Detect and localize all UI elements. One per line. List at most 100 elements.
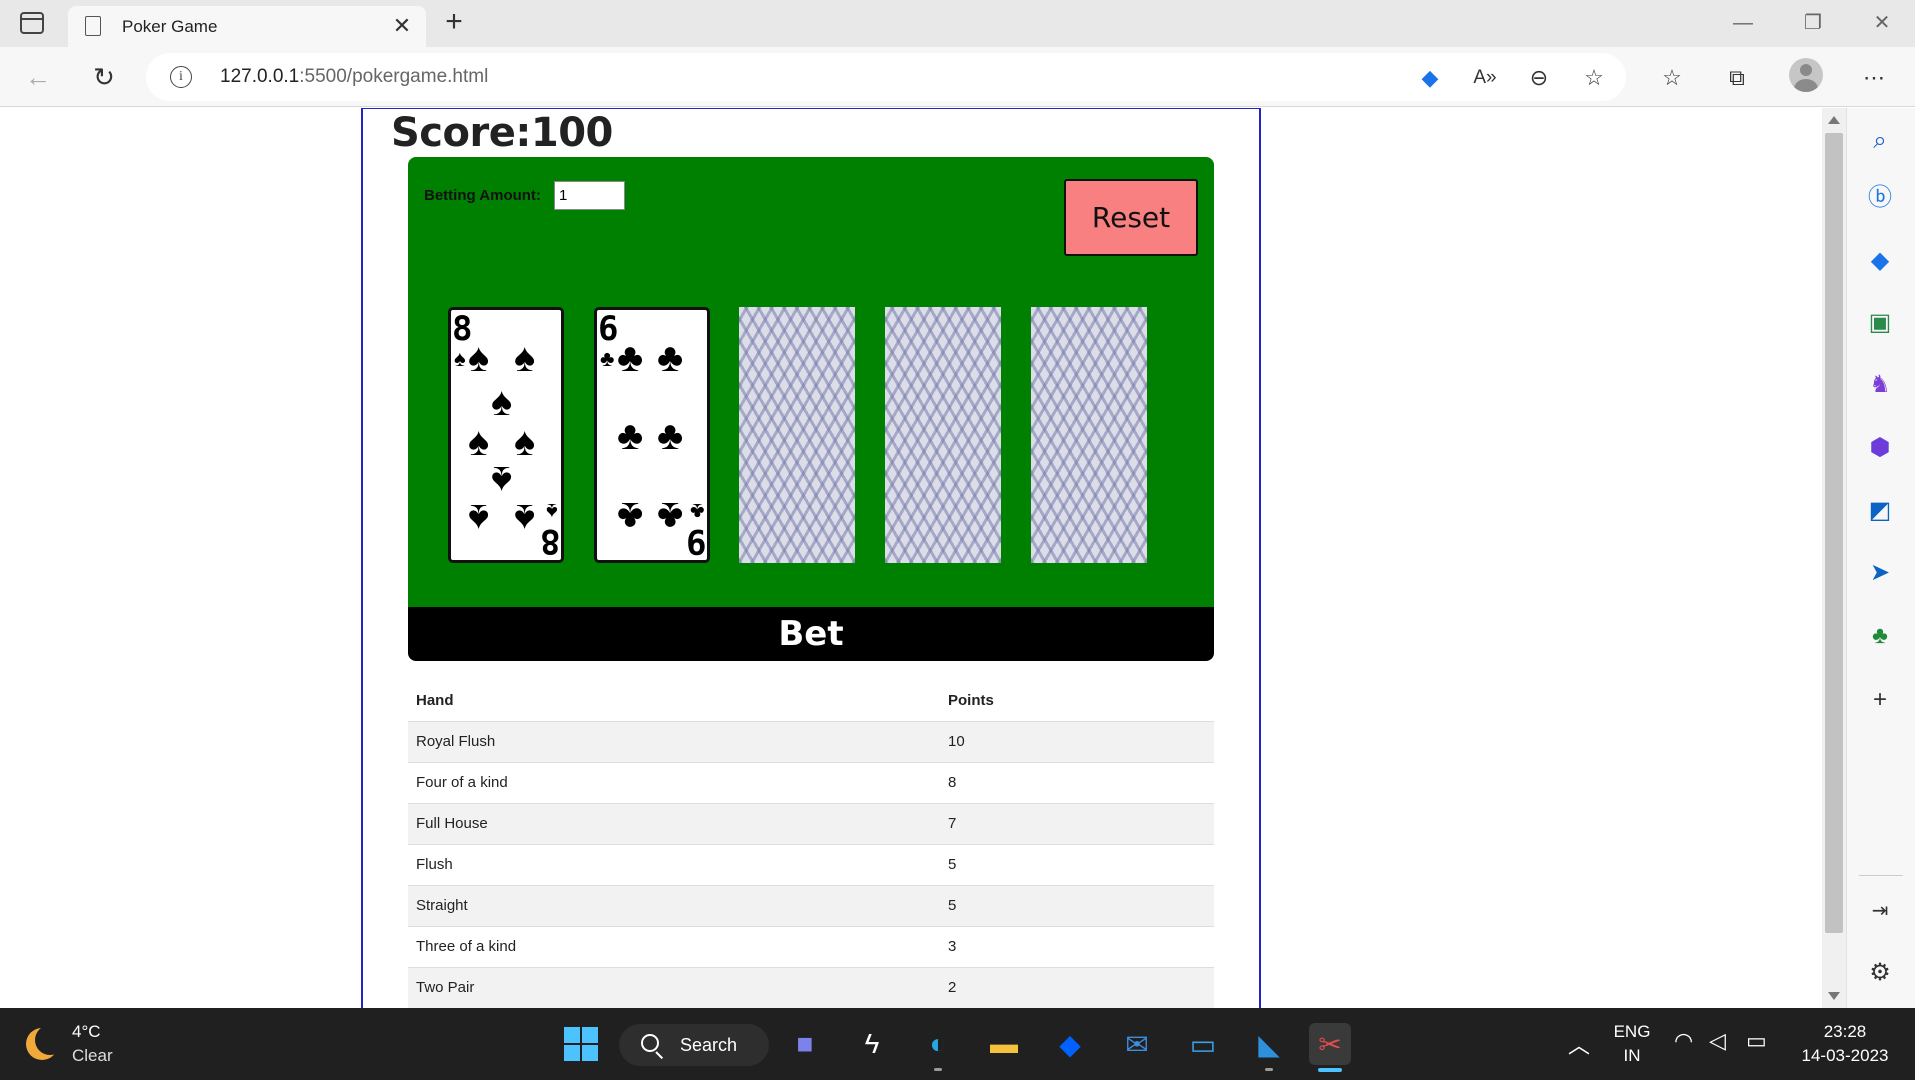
- scroll-up-icon[interactable]: [1828, 116, 1840, 124]
- taskbar: 4°C Clear Search ■ ϟ ◐ ▬ ◆ ✉ ▭ ◣ ✂ ︿ ENG…: [0, 1008, 1915, 1080]
- card-1[interactable]: 8 ♠ ♠ ♠ ♠ ♠ ♠ ♠ ♠ ♠ ♠ 8: [448, 307, 564, 563]
- add-favorite-icon[interactable]: ☆: [1579, 63, 1609, 93]
- language-bottom[interactable]: IN: [1612, 1046, 1652, 1066]
- spade-icon: ♠: [514, 496, 536, 540]
- table-row: Full House 7: [408, 803, 1214, 845]
- file-explorer-icon[interactable]: ▬: [983, 1023, 1025, 1065]
- vscode-icon[interactable]: ◣: [1248, 1023, 1290, 1065]
- back-button[interactable]: ←: [21, 60, 55, 94]
- profile-avatar[interactable]: [1789, 58, 1823, 92]
- running-indicator: [1265, 1068, 1273, 1071]
- score-value: 100: [530, 110, 614, 156]
- table-row: Straight 5: [408, 885, 1214, 927]
- games-icon[interactable]: ♞: [1865, 370, 1895, 400]
- minimize-button[interactable]: —: [1723, 8, 1763, 38]
- club-icon: ♣: [617, 336, 644, 380]
- telegram-icon[interactable]: ➤: [1865, 558, 1895, 588]
- club-icon: ♣: [689, 499, 704, 524]
- site-info-icon[interactable]: i: [170, 66, 192, 88]
- tab-strip: Poker Game ✕ + — ❐ ✕: [0, 0, 1915, 47]
- shopping-tag-icon[interactable]: ◆: [1415, 63, 1445, 93]
- hand-cell: Two Pair: [408, 967, 940, 1008]
- start-icon[interactable]: [560, 1023, 602, 1065]
- language-top[interactable]: ENG: [1612, 1022, 1652, 1042]
- betting-amount-label: Betting Amount:: [424, 187, 541, 204]
- weather-condition[interactable]: Clear: [72, 1046, 113, 1066]
- bing-chat-icon[interactable]: ⓑ: [1865, 183, 1895, 213]
- refresh-button[interactable]: ↻: [87, 60, 121, 94]
- moon-icon[interactable]: [26, 1025, 65, 1060]
- add-icon[interactable]: +: [1865, 685, 1895, 715]
- betting-amount-input[interactable]: [554, 181, 625, 210]
- bet-button[interactable]: Bet: [408, 607, 1214, 661]
- points-cell: 7: [940, 803, 1214, 845]
- club-icon: ♣: [657, 336, 684, 380]
- search-icon[interactable]: ⌕: [1865, 126, 1895, 156]
- teams-icon[interactable]: ■: [784, 1023, 826, 1065]
- shopping-icon[interactable]: ◆: [1865, 246, 1895, 276]
- spade-icon: ♠: [468, 496, 490, 540]
- card-2[interactable]: 6 ♣ ♣ ♣ ♣ ♣ ♣ ♣ ♣ 9: [594, 307, 710, 563]
- taskbar-search[interactable]: Search: [619, 1024, 769, 1066]
- spade-icon: ♠: [546, 499, 558, 524]
- office-icon[interactable]: ⬢: [1865, 433, 1895, 463]
- dropbox-icon[interactable]: ◆: [1049, 1023, 1091, 1065]
- tab-title: Poker Game: [122, 17, 218, 36]
- table-row: Royal Flush 10: [408, 721, 1214, 763]
- scroll-down-icon[interactable]: [1828, 992, 1840, 1000]
- chevron-up-icon[interactable]: ︿: [1568, 1028, 1590, 1060]
- tab-actions-icon[interactable]: [20, 12, 44, 34]
- outlook-icon[interactable]: ◩: [1865, 496, 1895, 526]
- club-icon: ♣: [657, 414, 684, 458]
- tools-icon[interactable]: ▣: [1865, 308, 1895, 338]
- read-aloud-icon[interactable]: A»: [1470, 63, 1500, 93]
- hand-cell: Flush: [408, 844, 940, 886]
- hand-cell: Full House: [408, 803, 940, 845]
- zoom-out-icon[interactable]: ⊖: [1524, 63, 1554, 93]
- url-path: :5500/pokergame.html: [299, 66, 489, 87]
- card-4-back[interactable]: [885, 307, 1001, 563]
- battery-icon[interactable]: ▭: [1746, 1028, 1767, 1054]
- edge-icon[interactable]: ◐: [917, 1023, 959, 1065]
- club-icon: ♣: [600, 346, 615, 371]
- reset-button[interactable]: Reset: [1064, 179, 1198, 256]
- table-row: Four of a kind 8: [408, 762, 1214, 804]
- favorites-icon[interactable]: ☆: [1657, 63, 1687, 93]
- settings-more-icon[interactable]: ⋯: [1859, 63, 1889, 93]
- page-viewport: Score:100 Betting Amount: Reset 8 ♠ ♠ ♠ …: [0, 108, 1822, 1008]
- hide-sidebar-icon[interactable]: ⇥: [1865, 896, 1895, 926]
- spade-icon: ♠: [468, 336, 490, 380]
- new-tab-button[interactable]: +: [438, 6, 470, 38]
- card-rank-bottom: 8: [539, 521, 560, 561]
- tree-icon[interactable]: ♣: [1865, 621, 1895, 651]
- mail-icon[interactable]: ✉: [1116, 1023, 1158, 1065]
- table-row: Two Pair 2: [408, 967, 1214, 1008]
- gear-icon[interactable]: ⚙: [1865, 958, 1895, 988]
- weather-temp[interactable]: 4°C: [72, 1022, 101, 1042]
- wifi-icon[interactable]: ◠: [1674, 1028, 1693, 1054]
- tab-poker-game[interactable]: Poker Game ✕: [68, 6, 426, 47]
- game-container: Score:100 Betting Amount: Reset 8 ♠ ♠ ♠ …: [361, 108, 1261, 1008]
- spade-icon: ♠: [491, 380, 513, 424]
- close-tab-icon[interactable]: ✕: [388, 12, 416, 40]
- collections-icon[interactable]: ⧉: [1722, 63, 1752, 93]
- url-host: 127.0.0.1: [220, 66, 300, 87]
- restore-button[interactable]: ❐: [1793, 8, 1833, 38]
- score-display: Score:100: [391, 110, 613, 156]
- remote-desktop-icon[interactable]: ▭: [1182, 1023, 1224, 1065]
- running-indicator: [934, 1068, 942, 1071]
- address-toolbar: ← ↻ i 127.0.0.1:5500/pokergame.html ◆ A»…: [0, 47, 1915, 107]
- clock-date[interactable]: 14-03-2023: [1790, 1046, 1900, 1066]
- url-text[interactable]: 127.0.0.1:5500/pokergame.html: [220, 66, 488, 88]
- close-window-button[interactable]: ✕: [1862, 8, 1902, 38]
- card-3-back[interactable]: [739, 307, 855, 563]
- scroll-thumb[interactable]: [1825, 133, 1843, 933]
- url-bar[interactable]: i 127.0.0.1:5500/pokergame.html ◆ A» ⊖ ☆: [146, 53, 1626, 101]
- page-scrollbar[interactable]: [1822, 108, 1846, 1008]
- clock-time[interactable]: 23:28: [1790, 1022, 1900, 1042]
- snipping-tool-icon[interactable]: ✂: [1309, 1023, 1351, 1065]
- lightning-app-icon[interactable]: ϟ: [851, 1023, 893, 1065]
- club-icon: ♣: [617, 414, 644, 458]
- card-5-back[interactable]: [1031, 307, 1147, 563]
- volume-icon[interactable]: ◁: [1709, 1028, 1726, 1054]
